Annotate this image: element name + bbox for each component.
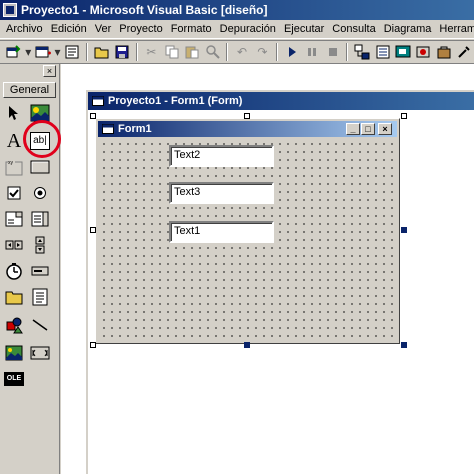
properties-icon[interactable]: [373, 42, 392, 62]
find-icon[interactable]: [203, 42, 222, 62]
pause-icon[interactable]: [303, 42, 322, 62]
menu-formato[interactable]: Formato: [167, 23, 216, 35]
toolbar-separator: [276, 43, 279, 61]
menu-bar: Archivo Edición Ver Proyecto Formato Dep…: [0, 20, 474, 39]
toolbar-separator: [85, 43, 88, 61]
text3-textbox[interactable]: Text3: [169, 182, 274, 204]
cut-icon[interactable]: ✂: [142, 42, 161, 62]
menu-archivo[interactable]: Archivo: [2, 23, 47, 35]
optionbutton-icon[interactable]: [29, 182, 51, 204]
minimize-button[interactable]: _: [346, 123, 360, 135]
menu-edicion[interactable]: Edición: [47, 23, 91, 35]
highlight-circle: [23, 120, 61, 158]
toolbar-separator: [346, 43, 349, 61]
toolbox-header: ×: [0, 64, 59, 78]
form1-designer[interactable]: Form1 _ □ × Text2 Text3 Text1: [95, 118, 400, 344]
menu-consulta[interactable]: Consulta: [328, 23, 379, 35]
line-icon[interactable]: [29, 314, 51, 336]
resize-handle-se[interactable]: [401, 342, 407, 348]
filelistbox-icon[interactable]: [29, 286, 51, 308]
form-layout-icon[interactable]: [393, 42, 412, 62]
form-icon: [102, 124, 114, 134]
label-icon[interactable]: A: [3, 130, 25, 152]
combobox-icon[interactable]: [3, 208, 25, 230]
maximize-button[interactable]: □: [361, 123, 375, 135]
svg-text:xy: xy: [8, 160, 14, 166]
toolbox-icon[interactable]: [434, 42, 453, 62]
resize-handle-sw: [90, 342, 96, 348]
image-icon[interactable]: [3, 342, 25, 364]
shape-icon[interactable]: [3, 314, 25, 336]
resize-handle-ne: [401, 113, 407, 119]
vscrollbar-icon[interactable]: [29, 234, 51, 256]
text1-textbox[interactable]: Text1: [169, 221, 274, 243]
redo-icon[interactable]: ↷: [253, 42, 272, 62]
commandbutton-icon[interactable]: [29, 156, 51, 178]
form-icon: [92, 96, 104, 106]
toolbar-separator: [226, 43, 229, 61]
close-icon[interactable]: ×: [43, 65, 56, 77]
project-window-titlebar: Proyecto1 - Form1 (Form): [88, 92, 474, 110]
save-icon[interactable]: [112, 42, 131, 62]
form1-titlebar: Form1 _ □ ×: [98, 121, 397, 137]
menu-proyecto[interactable]: Proyecto: [115, 23, 166, 35]
form1-title: Form1: [118, 123, 152, 135]
paste-icon[interactable]: [182, 42, 201, 62]
menu-editor-icon[interactable]: [62, 42, 81, 62]
resize-handle-nw: [90, 113, 96, 119]
toolbar-separator: [135, 43, 138, 61]
project-explorer-icon[interactable]: [352, 42, 371, 62]
run-icon[interactable]: [282, 42, 301, 62]
resize-handle-s[interactable]: [244, 342, 250, 348]
vb-app-icon: [3, 3, 17, 17]
form1-canvas[interactable]: Text2 Text3 Text1: [98, 138, 397, 342]
menu-ver[interactable]: Ver: [91, 23, 116, 35]
add-project-icon[interactable]: [4, 42, 23, 62]
resize-handle-e[interactable]: [401, 227, 407, 233]
listbox-icon[interactable]: [29, 208, 51, 230]
project-window-title: Proyecto1 - Form1 (Form): [108, 95, 243, 107]
ole-glyph: OLE: [4, 372, 24, 386]
title-bar: Proyecto1 - Microsoft Visual Basic [dise…: [0, 0, 474, 20]
data-icon[interactable]: [29, 342, 51, 364]
menu-diagrama[interactable]: Diagrama: [380, 23, 436, 35]
standard-toolbar: ▾ ▾ ✂ ↶ ↷: [0, 40, 474, 64]
chevron-down-icon[interactable]: ▾: [24, 42, 32, 62]
dirlistbox-icon[interactable]: [3, 286, 25, 308]
add-form-icon[interactable]: [33, 42, 52, 62]
copy-icon[interactable]: [162, 42, 181, 62]
ole-icon[interactable]: OLE: [3, 368, 25, 390]
hscrollbar-icon[interactable]: [3, 234, 25, 256]
tools-icon[interactable]: [455, 42, 474, 62]
window-title: Proyecto1 - Microsoft Visual Basic [dise…: [21, 3, 268, 17]
object-browser-icon[interactable]: [414, 42, 433, 62]
resize-handle-w: [90, 227, 96, 233]
menu-herramientas[interactable]: Herramient: [435, 23, 474, 35]
menu-depuracion[interactable]: Depuración: [216, 23, 280, 35]
open-icon[interactable]: [92, 42, 111, 62]
pointer-icon[interactable]: [3, 102, 25, 124]
timer-icon[interactable]: [3, 260, 25, 282]
menu-ejecutar[interactable]: Ejecutar: [280, 23, 328, 35]
checkbox-icon[interactable]: [3, 182, 25, 204]
toolbox-tab-general[interactable]: General: [3, 82, 56, 98]
resize-handle-n: [244, 113, 250, 119]
stop-icon[interactable]: [323, 42, 342, 62]
undo-icon[interactable]: ↶: [232, 42, 251, 62]
close-button[interactable]: ×: [378, 123, 392, 135]
text2-textbox[interactable]: Text2: [169, 145, 274, 167]
frame-icon[interactable]: xy: [3, 156, 25, 178]
drivelistbox-icon[interactable]: [29, 260, 51, 282]
chevron-down-icon[interactable]: ▾: [54, 42, 62, 62]
